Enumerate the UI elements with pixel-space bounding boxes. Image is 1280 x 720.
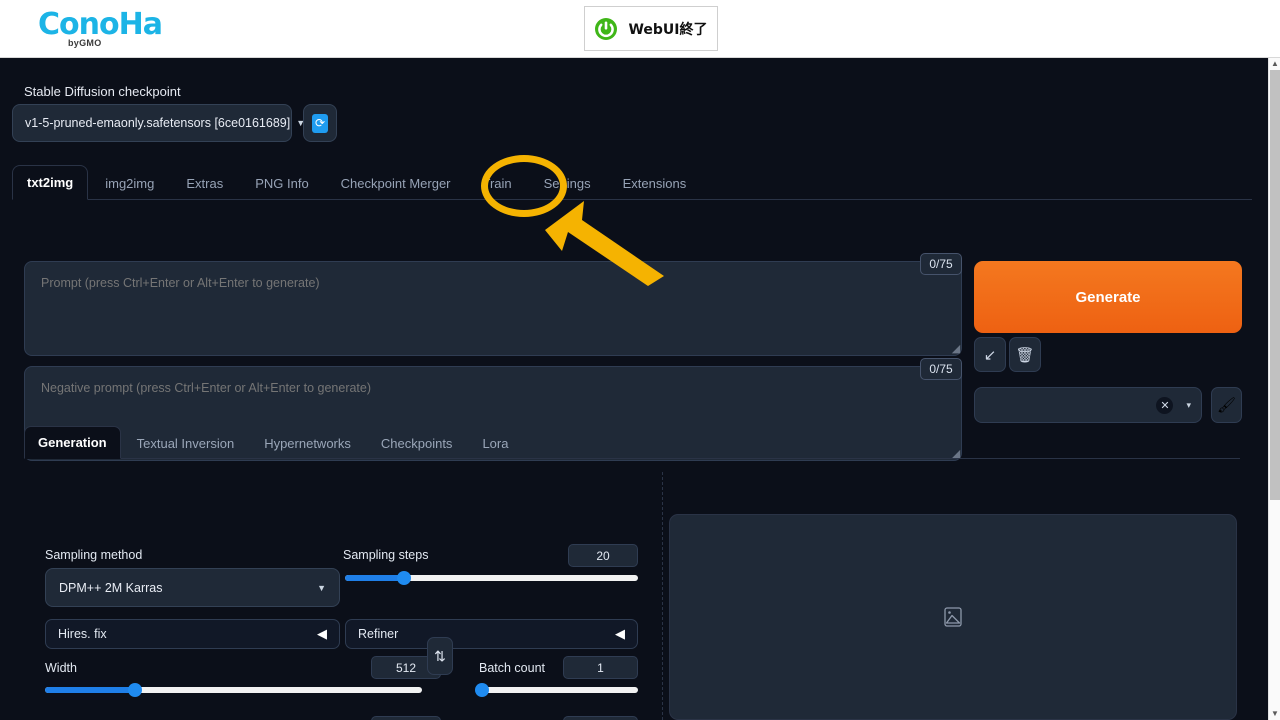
generation-panel: Generation Textual Inversion Hypernetwor… xyxy=(12,424,1252,720)
styles-select[interactable]: ✕ ▾ xyxy=(974,387,1202,423)
paintbrush-icon: 🖌 xyxy=(1216,397,1237,414)
page-scrollbar[interactable]: ▲ ▼ xyxy=(1268,58,1280,720)
sampling-method-value: DPM++ 2M Karras xyxy=(59,580,163,595)
tab-train[interactable]: Train xyxy=(468,166,527,200)
checkpoint-refresh-button[interactable]: ⟳ xyxy=(303,104,337,142)
image-gallery[interactable] xyxy=(669,514,1237,720)
main-tab-bar: txt2img img2img Extras PNG Info Checkpoi… xyxy=(12,162,1252,200)
subtab-checkpoints[interactable]: Checkpoints xyxy=(367,427,467,459)
subtab-textual-inversion[interactable]: Textual Inversion xyxy=(123,427,249,459)
scroll-up-icon[interactable]: ▲ xyxy=(1269,58,1280,70)
batch-count-label: Batch count xyxy=(479,661,546,675)
slider-fill xyxy=(345,575,404,581)
tab-img2img[interactable]: img2img xyxy=(90,166,169,200)
generation-settings-pane: Sampling method DPM++ 2M Karras ▼ Sampli… xyxy=(32,472,640,720)
sampling-steps-label: Sampling steps xyxy=(343,548,429,562)
tab-checkpoint-merger[interactable]: Checkpoint Merger xyxy=(326,166,466,200)
chevron-left-icon: ◀ xyxy=(317,626,327,641)
sampling-steps-value[interactable]: 20 xyxy=(568,544,638,567)
tab-settings[interactable]: Settings xyxy=(529,166,606,200)
slider-knob[interactable] xyxy=(475,683,489,697)
read-generation-params-button[interactable]: ↙ xyxy=(974,337,1006,372)
output-pane xyxy=(662,472,1240,720)
refresh-icon: ⟳ xyxy=(312,113,328,133)
scrollbar-thumb[interactable] xyxy=(1270,70,1280,500)
subtab-hypernetworks[interactable]: Hypernetworks xyxy=(250,427,365,459)
hires-fix-label: Hires. fix xyxy=(58,627,107,641)
clear-prompt-button[interactable]: 🗑 xyxy=(1009,337,1041,372)
scroll-down-icon[interactable]: ▼ xyxy=(1269,708,1280,720)
prompt-token-counter: 0/75 xyxy=(920,253,962,275)
generate-button[interactable]: Generate xyxy=(974,261,1242,333)
webui-app: Stable Diffusion checkpoint v1-5-pruned-… xyxy=(0,58,1268,720)
screen: ConoHa byGMO WebUI終了 Stable Diffusion ch… xyxy=(0,0,1280,720)
tab-extras[interactable]: Extras xyxy=(171,166,238,200)
sampling-steps-slider[interactable] xyxy=(345,571,638,585)
checkpoint-value: v1-5-pruned-emaonly.safetensors [6ce0161… xyxy=(25,116,291,130)
height-value[interactable]: 512 xyxy=(371,716,441,720)
subtab-generation[interactable]: Generation xyxy=(24,426,121,459)
batch-count-slider[interactable] xyxy=(475,683,638,697)
batch-count-value[interactable]: 1 xyxy=(563,656,638,679)
edit-styles-button[interactable]: 🖌 xyxy=(1211,387,1242,423)
negative-prompt-token-counter: 0/75 xyxy=(920,358,962,380)
webui-quit-label: WebUI終了 xyxy=(628,21,708,38)
logo-subtext: byGMO xyxy=(68,38,102,48)
swap-dimensions-button[interactable]: ⇅ xyxy=(427,637,453,675)
arrow-down-left-icon: ↙ xyxy=(983,346,997,364)
slider-knob[interactable] xyxy=(128,683,143,697)
close-icon[interactable]: ✕ xyxy=(1156,396,1174,414)
prompt-input[interactable] xyxy=(24,261,962,356)
width-slider[interactable] xyxy=(45,683,422,697)
sampling-method-label: Sampling method xyxy=(45,548,143,562)
batch-size-value[interactable]: 1 xyxy=(563,716,638,720)
image-placeholder-icon xyxy=(944,607,962,627)
tab-txt2img[interactable]: txt2img xyxy=(12,165,89,200)
hires-fix-accordion[interactable]: Hires. fix ◀ xyxy=(45,619,340,649)
webui-quit-button[interactable]: WebUI終了 xyxy=(584,6,718,51)
swap-dimensions-icon: ⇅ xyxy=(434,647,446,664)
checkpoint-select[interactable]: v1-5-pruned-emaonly.safetensors [6ce0161… xyxy=(12,104,305,142)
tab-png-info[interactable]: PNG Info xyxy=(240,166,323,200)
generation-sub-tab-bar: Generation Textual Inversion Hypernetwor… xyxy=(24,424,1240,459)
refiner-label: Refiner xyxy=(358,627,399,641)
checkpoint-label: Stable Diffusion checkpoint xyxy=(24,84,181,99)
chevron-down-icon: ▼ xyxy=(317,582,326,593)
conoha-logo: ConoHa byGMO xyxy=(38,7,163,50)
logo-wordmark: ConoHa xyxy=(38,7,163,42)
subtab-lora[interactable]: Lora xyxy=(468,427,522,459)
chevron-left-icon: ◀ xyxy=(615,626,625,641)
sampling-method-select[interactable]: DPM++ 2M Karras ▼ xyxy=(45,568,340,607)
chevron-down-icon: ▾ xyxy=(1186,399,1191,410)
tab-extensions[interactable]: Extensions xyxy=(608,166,702,200)
width-label: Width xyxy=(45,661,77,675)
page-header: ConoHa byGMO WebUI終了 xyxy=(0,0,1280,58)
refiner-accordion[interactable]: Refiner ◀ xyxy=(345,619,638,649)
prompt-area: ◢ 0/75 ◢ 0/75 Generate ↙ 🗑 ✕ ▾ 🖌 xyxy=(12,201,1252,461)
slider-fill xyxy=(45,687,136,693)
slider-knob[interactable] xyxy=(396,571,411,585)
power-icon xyxy=(595,17,618,40)
trash-icon: 🗑 xyxy=(1015,346,1035,364)
